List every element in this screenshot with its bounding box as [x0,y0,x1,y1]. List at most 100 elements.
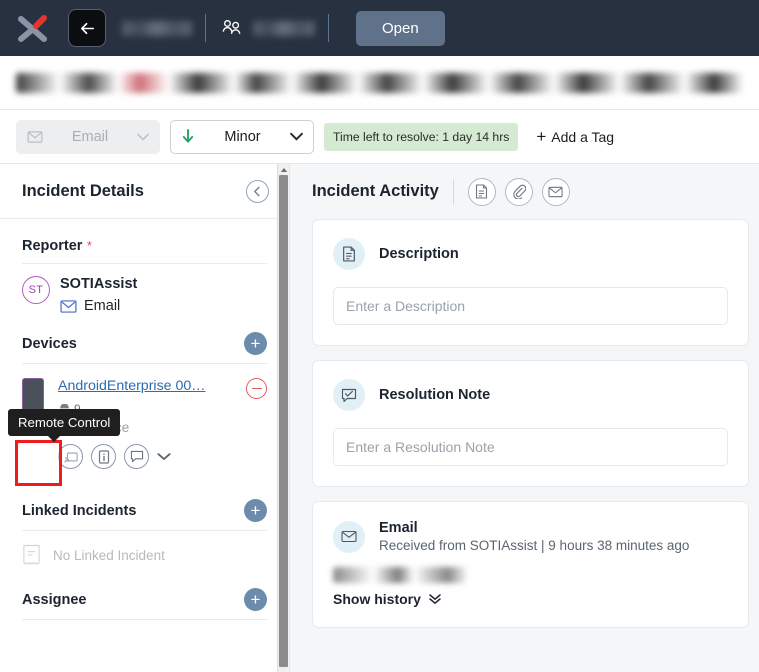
reporter-contact[interactable]: Email [60,298,137,314]
divider [328,14,329,42]
double-chevron-down-icon [429,593,441,604]
divider [205,14,206,42]
no-linked-incident-text: No Linked Incident [53,547,165,563]
scroll-up-arrow-icon[interactable] [278,164,289,175]
arrow-down-icon [182,129,194,143]
page-title: Incident Details [22,181,144,200]
arrow-left-icon [80,22,94,34]
email-body-blurred [333,567,468,583]
sla-status-badge: Time left to resolve: 1 day 14 hrs [324,122,519,151]
note-icon [476,184,488,199]
description-card-title: Description [379,246,459,262]
no-linked-incident-row: No Linked Incident [22,531,267,566]
device-action-buttons [58,444,267,469]
reporter-name: SOTIAssist [60,276,138,292]
soti-x-logo-icon [10,8,56,48]
check-bubble-icon [333,379,365,411]
plus-icon: + [536,127,547,146]
incident-title-row [0,56,759,110]
channel-select[interactable]: Email [16,119,160,154]
email-activity-title: Email [379,520,418,536]
device-info-button[interactable] [91,444,116,469]
envelope-icon [60,299,77,313]
plus-icon: + [250,334,261,353]
add-email-button[interactable] [541,177,570,206]
plus-icon: + [250,501,261,520]
envelope-icon [27,130,43,143]
incident-title-blurred [16,72,743,93]
chevron-down-icon [137,133,149,141]
email-icon [548,186,563,197]
details-panel-scrollbar[interactable] [277,164,289,672]
chevron-left-icon [254,186,260,196]
email-activity-subtitle: Received from SOTIAssist | 9 hours 38 mi… [379,538,690,553]
add-tag-button[interactable]: + Add a Tag [528,121,623,152]
linked-incidents-section-header: Linked Incidents + [22,469,267,530]
chevron-down-icon [290,132,303,141]
device-list-item: AndroidEnterprise 00… 9 [8,364,267,486]
add-linked-incident-button[interactable]: + [244,499,267,522]
send-message-button[interactable] [124,444,149,469]
resolution-note-card-header: Resolution Note [333,379,728,411]
add-device-button[interactable]: + [244,332,267,355]
activity-action-icons [467,177,570,206]
remote-control-icon [63,452,78,462]
incident-activity-title: Incident Activity [312,182,439,200]
reporter-contact-label: Email [84,298,121,314]
avatar: ST [22,276,50,304]
divider [452,178,454,205]
incident-details-content: Reporter * ST SOTIAssist Email Devices +… [0,219,289,620]
incident-toolbar: Email Minor Time left to resolve: 1 day … [0,110,759,163]
divider [22,619,267,620]
breadcrumb-blurred-1 [122,20,192,36]
top-navigation-bar: Open [0,0,759,56]
priority-select[interactable]: Minor [170,119,314,154]
scrollbar-thumb[interactable] [279,175,288,667]
reporter-label: Reporter [22,238,83,254]
add-assignee-button[interactable]: + [244,588,267,611]
device-name-link[interactable]: AndroidEnterprise 00… [58,378,205,394]
incident-activity-panel: Incident Activity Description Enter a De… [290,164,759,672]
remote-control-button[interactable] [58,444,83,469]
remove-device-button[interactable] [246,378,267,399]
collapse-panel-button[interactable] [246,179,269,203]
minus-icon [251,387,262,390]
resolution-note-input[interactable]: Enter a Resolution Note [333,428,728,466]
assignee-label: Assignee [22,591,87,608]
incident-details-header: Incident Details [0,164,289,219]
devices-section-header: Devices + [22,314,267,363]
reporter-row: ST SOTIAssist Email [22,264,267,314]
assignee-section-header: Assignee + [22,566,267,619]
incident-activity-header: Incident Activity [290,164,759,219]
resolution-note-card-title: Resolution Note [379,387,491,403]
two-people-icon [221,18,243,38]
remote-control-tooltip: Remote Control [8,409,121,442]
description-input[interactable]: Enter a Description [333,287,728,325]
breadcrumb-blurred-2 [253,20,315,36]
device-info-icon [98,449,109,464]
add-attachment-button[interactable] [504,177,533,206]
email-activity-card: Email Received from SOTIAssist | 9 hours… [312,501,749,628]
document-icon [333,238,365,270]
envelope-icon [333,520,365,553]
resolution-note-card: Resolution Note Enter a Resolution Note [312,360,749,487]
show-history-label: Show history [333,591,421,607]
show-history-button[interactable]: Show history [333,591,728,607]
priority-select-value: Minor [224,128,261,145]
linked-incidents-label: Linked Incidents [22,502,137,519]
add-note-button[interactable] [467,177,496,206]
add-tag-label: Add a Tag [551,128,615,145]
chat-bubble-icon [130,450,143,463]
attachment-icon [513,184,526,199]
description-card: Description Enter a Description [312,219,749,346]
incident-details-panel: Incident Details Reporter * ST SOTIAssis… [0,164,290,672]
back-button[interactable] [68,9,106,47]
reporter-section-header: Reporter * [22,219,267,263]
email-activity-card-header: Email Received from SOTIAssist | 9 hours… [333,520,728,553]
plus-icon: + [250,590,261,609]
description-card-header: Description [333,238,728,270]
document-icon [23,544,40,565]
open-button[interactable]: Open [356,10,445,46]
devices-label: Devices [22,335,77,352]
more-actions-chevron-down-icon[interactable] [157,452,171,461]
